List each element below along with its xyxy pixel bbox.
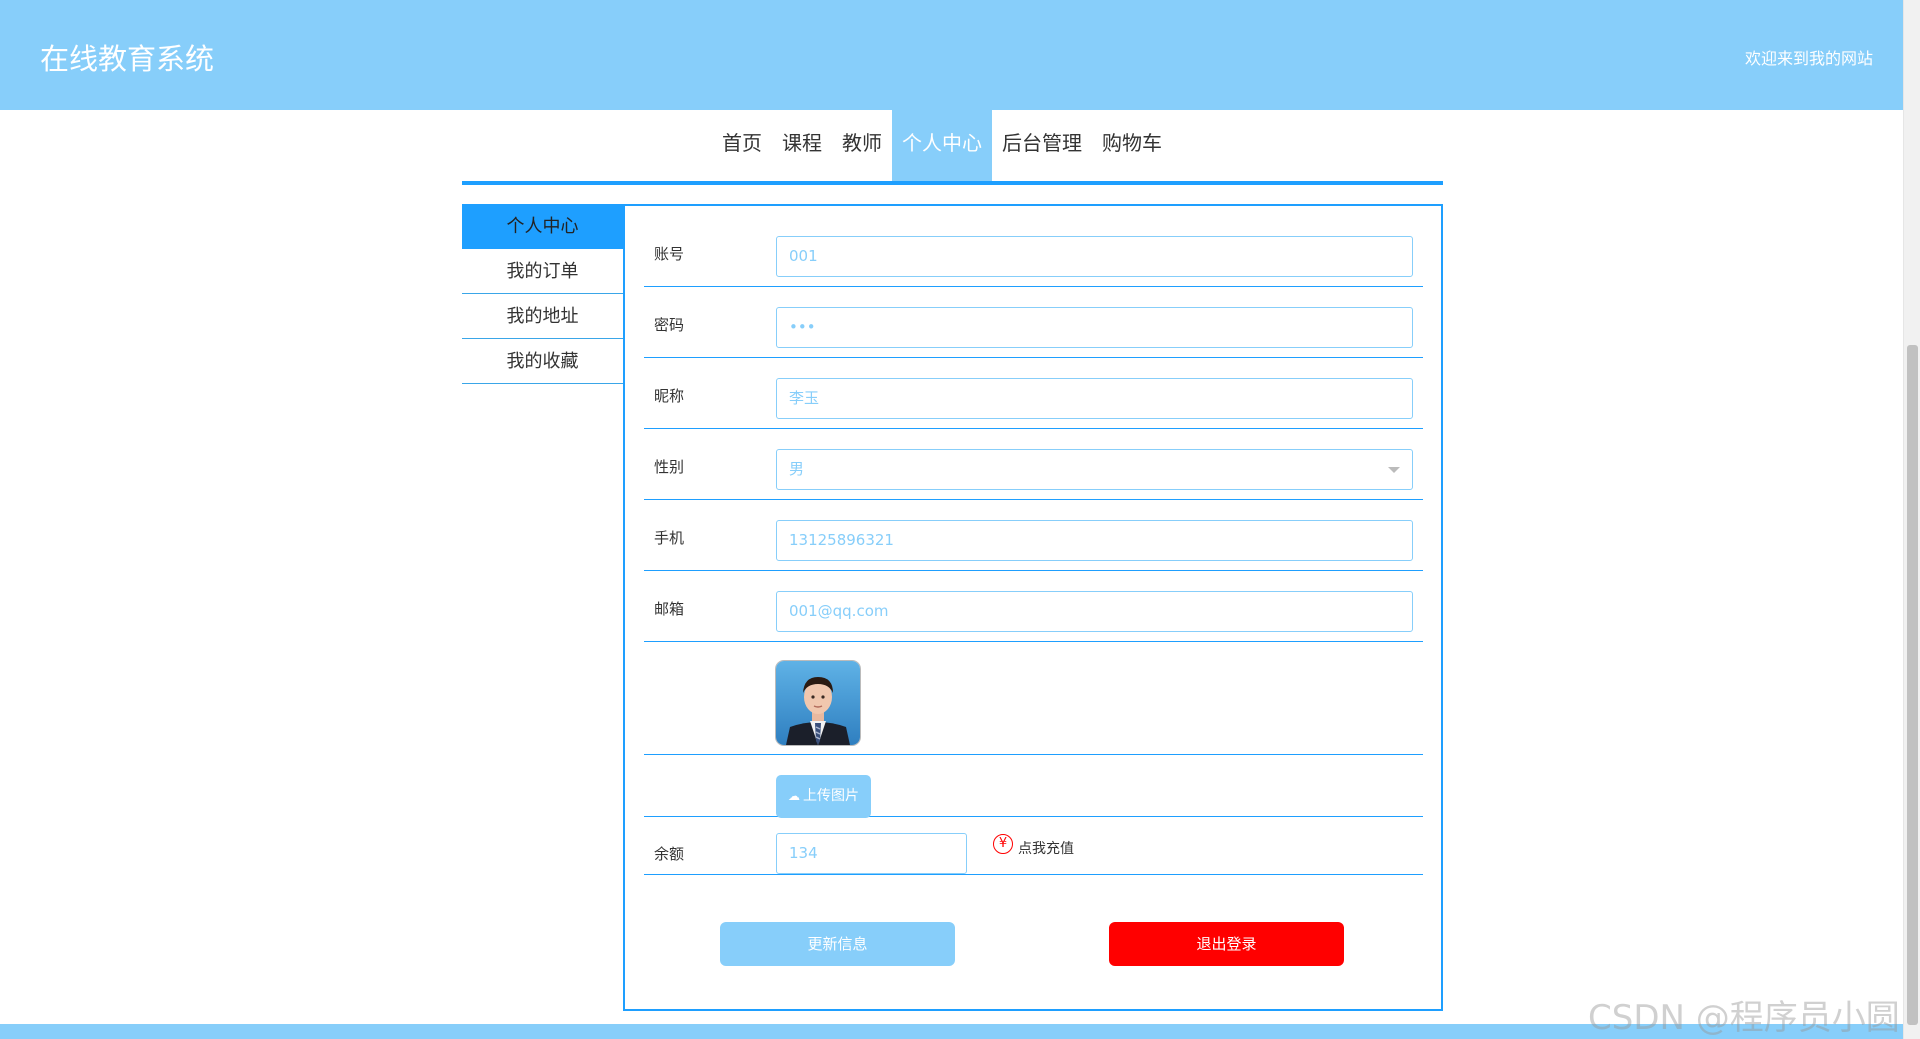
yen-icon: ¥ — [993, 834, 1013, 854]
update-info-button[interactable]: 更新信息 — [720, 922, 955, 966]
nav-items: 首页 课程 教师 个人中心 后台管理 购物车 — [712, 110, 1172, 181]
gender-select[interactable]: 男 — [776, 449, 1413, 490]
side-menu: 个人中心 我的订单 我的地址 我的收藏 — [462, 204, 623, 384]
nav-item-home[interactable]: 首页 — [712, 110, 772, 181]
avatar — [776, 661, 860, 745]
nickname-row: 昵称 李玉 — [644, 358, 1423, 429]
recharge-link[interactable]: 点我充值 — [1018, 838, 1074, 858]
phone-row: 手机 13125896321 — [644, 500, 1423, 571]
password-field[interactable]: ••• — [776, 307, 1413, 348]
email-field[interactable]: 001@qq.com — [776, 591, 1413, 632]
gender-row: 性别 男 — [644, 429, 1423, 500]
balance-field[interactable]: 134 — [776, 833, 967, 874]
nav-item-cart[interactable]: 购物车 — [1092, 110, 1172, 181]
logout-button[interactable]: 退出登录 — [1109, 922, 1344, 966]
welcome-text: 欢迎来到我的网站 — [1744, 49, 1873, 68]
side-item-my-orders[interactable]: 我的订单 — [462, 249, 623, 294]
nav-item-admin[interactable]: 后台管理 — [992, 110, 1092, 181]
gender-label: 性别 — [654, 458, 685, 476]
upload-button-label: 上传图片 — [803, 788, 859, 804]
nav-item-courses[interactable]: 课程 — [772, 110, 832, 181]
phone-field[interactable]: 13125896321 — [776, 520, 1413, 561]
side-item-personal-center[interactable]: 个人中心 — [462, 204, 623, 249]
avatar-row — [644, 642, 1423, 755]
balance-row: 余额 134 ¥ 点我充值 — [644, 817, 1423, 875]
phone-label: 手机 — [654, 529, 685, 547]
nickname-label: 昵称 — [654, 387, 685, 405]
password-label: 密码 — [654, 316, 685, 334]
account-label: 账号 — [654, 245, 685, 263]
chevron-down-icon — [1388, 467, 1400, 473]
email-label: 邮箱 — [654, 600, 685, 618]
password-row: 密码 ••• — [644, 287, 1423, 358]
profile-form-panel: 账号 001 密码 ••• 昵称 李玉 性别 男 手机 13125896321 … — [623, 204, 1443, 1011]
account-row: 账号 001 — [644, 216, 1423, 287]
email-row: 邮箱 001@qq.com — [644, 571, 1423, 642]
nav-item-personal-center[interactable]: 个人中心 — [892, 110, 992, 181]
upload-row: ☁ 上传图片 — [644, 755, 1423, 818]
gender-selected-value: 男 — [789, 460, 805, 478]
watermark: CSDN @程序员小圆 — [1588, 998, 1900, 1038]
cloud-upload-icon: ☁ — [788, 789, 800, 803]
page-scrollbar[interactable] — [1903, 0, 1920, 1039]
scrollbar-thumb[interactable] — [1907, 345, 1918, 1025]
site-title: 在线教育系统 — [40, 42, 215, 76]
avatar-portrait — [776, 661, 860, 745]
top-header: 在线教育系统 欢迎来到我的网站 — [0, 0, 1903, 110]
account-field[interactable]: 001 — [776, 236, 1413, 277]
nav-item-teachers[interactable]: 教师 — [832, 110, 892, 181]
side-item-my-favorites[interactable]: 我的收藏 — [462, 339, 623, 384]
balance-label: 余额 — [654, 845, 685, 863]
nickname-field[interactable]: 李玉 — [776, 378, 1413, 419]
upload-image-button[interactable]: ☁ 上传图片 — [776, 775, 871, 818]
side-item-my-address[interactable]: 我的地址 — [462, 294, 623, 339]
main-nav: 首页 课程 教师 个人中心 后台管理 购物车 — [462, 110, 1443, 185]
